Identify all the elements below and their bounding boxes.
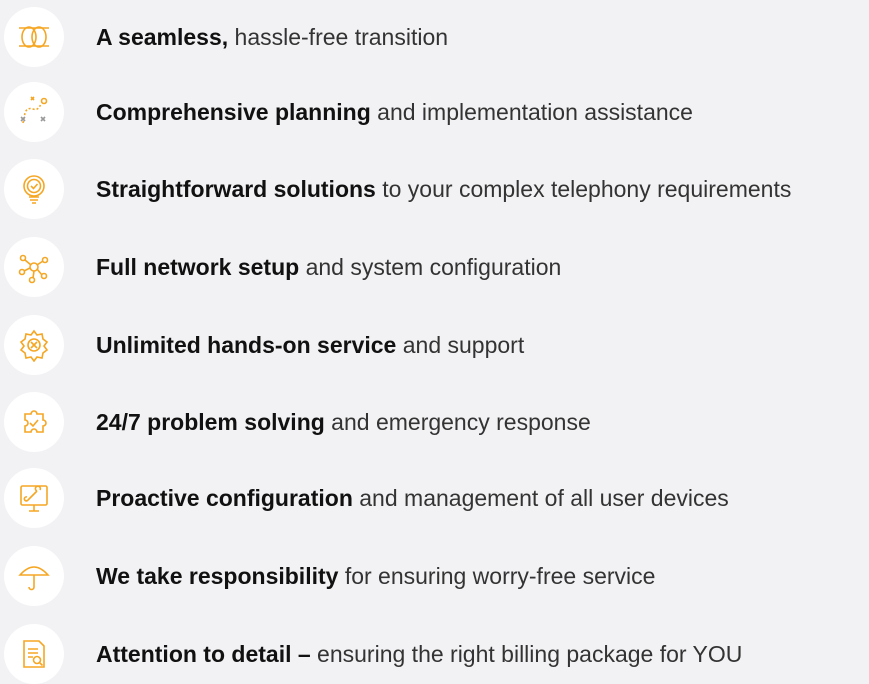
feature-text: Straightforward solutions to your comple… bbox=[96, 175, 792, 202]
feature-text: We take responsibility for ensuring worr… bbox=[96, 562, 656, 589]
puzzle-check-icon bbox=[4, 392, 64, 452]
lightbulb-check-icon bbox=[4, 159, 64, 219]
feature-bold: Straightforward solutions bbox=[96, 175, 376, 202]
feature-rest: and implementation assistance bbox=[370, 98, 693, 125]
feature-bold: Proactive configuration bbox=[96, 484, 353, 511]
feature-text: 24/7 problem solving and emergency respo… bbox=[96, 408, 591, 435]
feature-item-configuration: Proactive configuration and management o… bbox=[0, 468, 869, 528]
feature-list: A seamless, hassle-free transition Compr… bbox=[0, 0, 869, 684]
feature-item-planning: Comprehensive planning and implementatio… bbox=[0, 82, 869, 142]
feature-bold: 24/7 problem solving bbox=[96, 408, 325, 435]
feature-item-detail: Attention to detail – ensuring the right… bbox=[0, 624, 869, 684]
feature-item-solutions: Straightforward solutions to your comple… bbox=[0, 159, 869, 219]
feature-bold: A seamless, bbox=[96, 23, 229, 50]
feature-rest: and support bbox=[396, 331, 525, 358]
document-search-icon bbox=[4, 624, 64, 684]
feature-bold: We take responsibility bbox=[96, 562, 339, 589]
feature-item-problem-solving: 24/7 problem solving and emergency respo… bbox=[0, 392, 869, 452]
feature-rest: and emergency response bbox=[324, 408, 591, 435]
feature-text: Unlimited hands-on service and support bbox=[96, 331, 525, 358]
monitor-wrench-icon bbox=[4, 468, 64, 528]
network-nodes-icon bbox=[4, 237, 64, 297]
feature-item-responsibility: We take responsibility for ensuring worr… bbox=[0, 546, 869, 606]
feature-item-service: Unlimited hands-on service and support bbox=[0, 315, 869, 375]
feature-rest: for ensuring worry-free service bbox=[338, 562, 656, 589]
rings-icon bbox=[4, 7, 64, 67]
umbrella-icon bbox=[4, 546, 64, 606]
strategy-path-icon bbox=[4, 82, 64, 142]
feature-item-transition: A seamless, hassle-free transition bbox=[0, 7, 869, 67]
feature-rest: ensuring the right billing package for Y… bbox=[310, 640, 743, 667]
feature-bold: Attention to detail – bbox=[96, 640, 311, 667]
feature-rest: to your complex telephony requirements bbox=[375, 175, 792, 202]
feature-text: Proactive configuration and management o… bbox=[96, 484, 729, 511]
feature-text: A seamless, hassle-free transition bbox=[96, 23, 449, 50]
feature-rest: and management of all user devices bbox=[352, 484, 729, 511]
feature-bold: Unlimited hands-on service bbox=[96, 331, 397, 358]
feature-rest: hassle-free transition bbox=[228, 23, 449, 50]
feature-bold: Full network setup bbox=[96, 253, 300, 280]
gear-tools-icon bbox=[4, 315, 64, 375]
feature-text: Full network setup and system configurat… bbox=[96, 253, 562, 280]
feature-bold: Comprehensive planning bbox=[96, 98, 371, 125]
feature-text: Attention to detail – ensuring the right… bbox=[96, 640, 743, 667]
feature-rest: and system configuration bbox=[299, 253, 562, 280]
feature-text: Comprehensive planning and implementatio… bbox=[96, 98, 693, 125]
feature-item-network: Full network setup and system configurat… bbox=[0, 237, 869, 297]
